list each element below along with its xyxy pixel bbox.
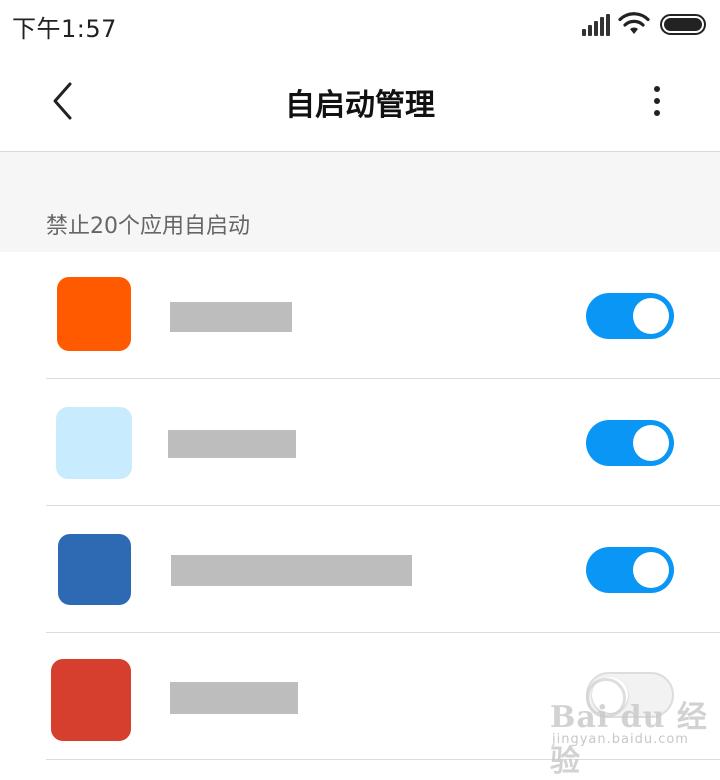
signal-icon	[582, 14, 610, 36]
section-title: 禁止20个应用自启动	[46, 214, 250, 239]
autostart-toggle[interactable]	[586, 420, 674, 466]
title-bar: 自启动管理	[0, 52, 720, 152]
toggle-knob	[633, 552, 669, 588]
app-icon	[57, 277, 131, 351]
app-icon	[51, 659, 131, 741]
app-icon	[58, 534, 131, 605]
app-list	[0, 252, 720, 765]
page-title: 自启动管理	[285, 88, 435, 123]
toggle-knob	[592, 677, 628, 713]
wifi-icon	[618, 12, 650, 34]
app-name-redacted	[170, 682, 298, 714]
autostart-toggle[interactable]	[586, 293, 674, 339]
app-row	[0, 506, 720, 633]
app-row	[0, 379, 720, 506]
app-name-redacted	[170, 302, 292, 332]
app-row	[0, 252, 720, 379]
autostart-toggle[interactable]	[586, 547, 674, 593]
app-name-redacted	[171, 555, 412, 586]
autostart-toggle[interactable]	[586, 672, 674, 718]
app-name-redacted	[168, 430, 296, 458]
app-icon	[56, 407, 132, 479]
battery-level	[664, 18, 702, 31]
toggle-knob	[633, 425, 669, 461]
battery-icon	[660, 14, 706, 35]
status-time: 下午1:57	[12, 15, 117, 43]
toggle-knob	[633, 298, 669, 334]
section-header: 禁止20个应用自启动	[0, 152, 720, 252]
row-divider	[46, 759, 720, 760]
app-row	[0, 633, 720, 760]
more-options-button[interactable]	[636, 78, 680, 124]
status-bar: 下午1:57	[0, 0, 720, 52]
